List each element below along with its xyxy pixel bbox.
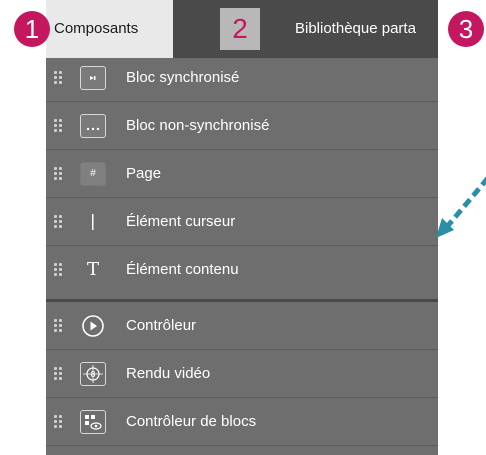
text-icon: T	[86, 259, 99, 280]
item-label: Bloc non-synchronisé	[126, 117, 270, 134]
drag-handle-icon[interactable]	[54, 71, 64, 85]
item-label: Contrôleur de blocs	[126, 413, 257, 430]
component-item-bloc-non-synchronise[interactable]: Bloc non-synchronisé	[46, 102, 438, 150]
drag-handle-icon[interactable]	[54, 215, 64, 229]
hash-icon: #	[80, 162, 106, 186]
components-panel: Composants hèque Bibliothèque parta 2 Bl…	[46, 0, 438, 455]
callout-marker-2: 2	[220, 8, 260, 50]
component-item-rendu-video[interactable]: 8 Rendu vidéo	[46, 350, 438, 398]
callout-marker-3: 3	[448, 11, 484, 47]
item-label: Élément contenu	[126, 261, 239, 278]
drag-handle-icon[interactable]	[54, 367, 64, 381]
component-item-controleur-de-blocs[interactable]: Contrôleur de blocs	[46, 398, 438, 446]
callout-marker-1: 1	[14, 11, 50, 47]
item-label: Rendu vidéo	[126, 365, 211, 382]
component-item-controleur[interactable]: Contrôleur	[46, 302, 438, 350]
pointer-arrow-icon	[436, 176, 486, 238]
tab-composants[interactable]: Composants	[46, 0, 173, 58]
tab-bibliotheque-partagee[interactable]: Bibliothèque parta	[285, 0, 438, 58]
drag-handle-icon[interactable]	[54, 319, 64, 333]
component-item-element-curseur[interactable]: Élément curseur	[46, 198, 438, 246]
drag-handle-icon[interactable]	[54, 263, 64, 277]
item-label: Contrôleur	[126, 317, 197, 334]
play-icon	[80, 314, 106, 338]
component-item-element-contenu[interactable]: T Élément contenu	[46, 246, 438, 294]
item-label: Bloc synchronisé	[126, 69, 240, 86]
video-render-icon: 8	[80, 362, 106, 386]
drag-handle-icon[interactable]	[54, 167, 64, 181]
drag-handle-icon[interactable]	[54, 119, 64, 133]
non-sync-block-icon	[80, 114, 106, 138]
item-label: Élément curseur	[126, 213, 236, 230]
drag-handle-icon[interactable]	[54, 415, 64, 429]
component-item-page[interactable]: # Page	[46, 150, 438, 198]
cursor-icon	[80, 210, 106, 234]
sync-block-icon	[80, 66, 106, 90]
block-controller-icon	[80, 410, 106, 434]
svg-text:8: 8	[90, 370, 95, 379]
component-item-bloc-synchronise[interactable]: Bloc synchronisé	[46, 54, 438, 102]
item-label: Page	[126, 165, 162, 182]
